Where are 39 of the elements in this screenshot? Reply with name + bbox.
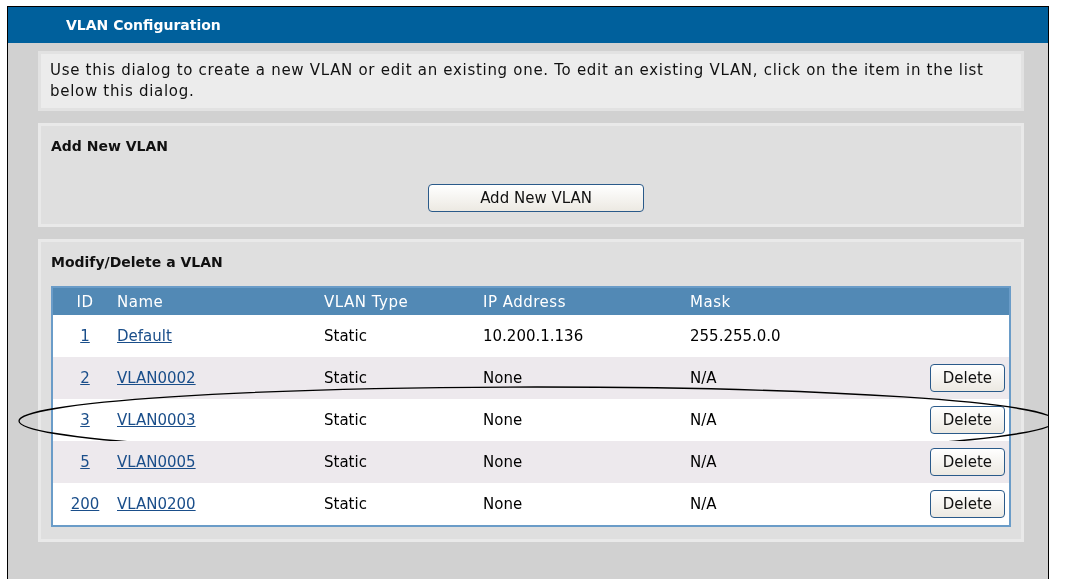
- vlan-name-link[interactable]: VLAN0005: [117, 453, 196, 471]
- column-header: IP Address: [483, 292, 567, 311]
- table-cell: Static: [324, 369, 367, 387]
- table-cell: Static: [324, 453, 367, 471]
- section-title: Add New VLAN: [51, 138, 170, 154]
- delete-button[interactable]: Delete: [929, 406, 1005, 434]
- table-cell: Static: [324, 495, 367, 513]
- section-title: Modify/Delete a VLAN: [51, 254, 224, 270]
- vlan-name-link[interactable]: VLAN0003: [117, 411, 196, 429]
- vlan-name-link[interactable]: VLAN0002: [117, 369, 196, 387]
- vlan-id-link[interactable]: 2: [80, 369, 90, 387]
- vlan-name-link[interactable]: Default: [117, 327, 172, 345]
- column-header: VLAN Type: [324, 292, 410, 311]
- table-cell: N/A: [690, 495, 717, 513]
- add-vlan-button[interactable]: Add New VLAN: [428, 184, 644, 212]
- vlan-id-link[interactable]: 200: [70, 495, 100, 513]
- delete-button[interactable]: Delete: [929, 448, 1005, 476]
- table-cell: None: [483, 453, 523, 471]
- delete-button[interactable]: Delete: [929, 364, 1005, 392]
- table-cell: None: [483, 495, 523, 513]
- table-cell: N/A: [690, 453, 717, 471]
- window-title: VLAN Configuration: [66, 17, 221, 33]
- table-cell: 255.255.0.0: [690, 327, 781, 345]
- column-header: Mask: [690, 292, 732, 311]
- vlan-id-link[interactable]: 5: [80, 453, 90, 471]
- table-cell: Static: [324, 411, 367, 429]
- table-cell: None: [483, 411, 523, 429]
- column-header: Name: [117, 292, 165, 311]
- table-cell: Static: [324, 327, 367, 345]
- intro-text: Use this dialog to create a new VLAN or edit an existing one. To edit an existing VLAN, click on the item in the list below this dialog.: [38, 51, 1024, 111]
- vlan-id-link[interactable]: 1: [80, 327, 90, 345]
- table-cell: N/A: [690, 411, 717, 429]
- vlan-id-link[interactable]: 3: [80, 411, 90, 429]
- table-cell: None: [483, 369, 523, 387]
- table-cell: 10.200.1.136: [483, 327, 584, 345]
- delete-button[interactable]: Delete: [929, 490, 1005, 518]
- column-header: ID: [75, 292, 95, 311]
- vlan-name-link[interactable]: VLAN0200: [117, 495, 196, 513]
- table-cell: N/A: [690, 369, 717, 387]
